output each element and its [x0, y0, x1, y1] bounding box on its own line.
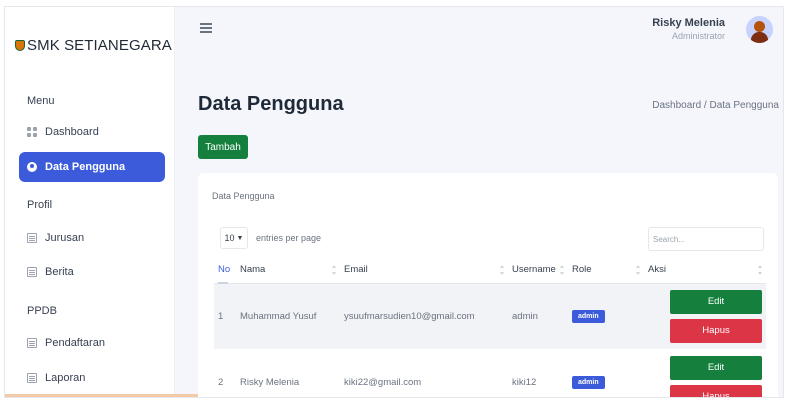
delete-button[interactable]: Hapus	[670, 318, 762, 343]
cell-role: admin	[568, 349, 644, 397]
edit-button[interactable]: Edit	[670, 289, 762, 314]
brand-name: SMK SETIANEGARA	[27, 37, 172, 54]
role-badge: admin	[572, 375, 605, 389]
sidebar-item-label: Pendaftaran	[45, 337, 105, 349]
entries-label: entries per page	[256, 233, 322, 243]
cell-nama: Muhammad Yusuf	[236, 283, 340, 349]
cell-role: admin	[568, 283, 644, 349]
table-header-row: No Nama Email Username Role Aksi	[214, 257, 766, 284]
cell-email: kiki22@gmail.com	[340, 349, 508, 397]
users-card: Data Pengguna 10 ▼ entries per page No N…	[198, 173, 778, 397]
sidebar-item-berita[interactable]: Berita	[19, 257, 165, 287]
sidebar-item-label: Jurusan	[45, 232, 85, 244]
hamburger-menu-icon[interactable]	[200, 23, 212, 33]
app-window: SMK SETIANEGARA Menu Dashboard Data Peng…	[4, 6, 784, 398]
sidebar-item-data-pengguna[interactable]: Data Pengguna	[19, 152, 165, 182]
sidebar-item-laporan[interactable]: Laporan	[19, 363, 165, 393]
sort-icon	[332, 265, 336, 275]
users-table: No Nama Email Username Role Aksi 1 Muham…	[214, 257, 766, 397]
brand[interactable]: SMK SETIANEGARA	[15, 37, 172, 54]
user-circle-icon	[27, 162, 37, 172]
search-input[interactable]	[648, 227, 764, 251]
sidebar-item-dashboard[interactable]: Dashboard	[19, 117, 165, 147]
register-icon	[27, 338, 37, 348]
cell-username: kiki12	[508, 349, 568, 397]
table-row: 2 Risky Melenia kiki22@gmail.com kiki12 …	[214, 349, 766, 397]
school-logo-icon	[15, 40, 25, 51]
sort-icon	[636, 265, 640, 275]
list-icon	[27, 233, 37, 243]
cell-aksi: Edit Hapus	[644, 283, 766, 349]
sidebar-item-label: Data Pengguna	[45, 161, 126, 173]
column-header-username[interactable]: Username	[508, 257, 568, 284]
column-header-aksi[interactable]: Aksi	[644, 257, 766, 284]
cell-nama: Risky Melenia	[236, 349, 340, 397]
topbar: Risky Melenia Administrator	[176, 7, 783, 65]
entries-control: 10 ▼ entries per page	[220, 227, 321, 249]
role-badge: admin	[572, 309, 605, 323]
entries-value: 10	[224, 233, 235, 243]
cell-aksi: Edit Hapus	[644, 349, 766, 397]
add-button[interactable]: Tambah	[198, 135, 248, 159]
news-icon	[27, 267, 37, 277]
sidebar-item-jurusan[interactable]: Jurusan	[19, 223, 165, 253]
cell-email: ysuufmarsudien10@gmail.com	[340, 283, 508, 349]
sidebar-heading-profil: Profil	[27, 199, 53, 211]
sidebar-item-pendaftaran[interactable]: Pendaftaran	[19, 328, 165, 358]
user-name: Risky Melenia	[652, 17, 725, 29]
column-header-email[interactable]: Email	[340, 257, 508, 284]
cell-no: 2	[214, 349, 236, 397]
sidebar-heading-ppdb: PPDB	[27, 305, 57, 317]
sidebar: SMK SETIANEGARA Menu Dashboard Data Peng…	[5, 7, 175, 397]
avatar[interactable]	[746, 16, 773, 43]
edit-button[interactable]: Edit	[670, 355, 762, 380]
chevron-down-icon: ▼	[236, 234, 244, 242]
sidebar-item-label: Dashboard	[45, 126, 99, 138]
table-row: 1 Muhammad Yusuf ysuufmarsudien10@gmail.…	[214, 283, 766, 349]
entries-per-page-select[interactable]: 10 ▼	[220, 227, 248, 249]
page-title: Data Pengguna	[198, 93, 344, 115]
user-info[interactable]: Risky Melenia Administrator	[652, 17, 725, 41]
breadcrumb[interactable]: Dashboard / Data Pengguna	[652, 100, 779, 111]
sort-icon	[500, 265, 504, 275]
delete-button[interactable]: Hapus	[670, 384, 762, 397]
card-title: Data Pengguna	[212, 191, 275, 201]
sidebar-item-label: Berita	[45, 266, 74, 278]
sidebar-heading-menu: Menu	[27, 95, 55, 107]
user-role: Administrator	[671, 31, 725, 41]
column-header-role[interactable]: Role	[568, 257, 644, 284]
column-header-nama[interactable]: Nama	[236, 257, 340, 284]
cell-no: 1	[214, 283, 236, 349]
dashboard-icon	[27, 127, 37, 137]
cell-username: admin	[508, 283, 568, 349]
report-icon	[27, 373, 37, 383]
sidebar-item-label: Laporan	[45, 372, 86, 384]
column-header-no[interactable]: No	[214, 257, 236, 284]
sort-icon	[560, 265, 564, 275]
sort-icon	[758, 265, 762, 275]
